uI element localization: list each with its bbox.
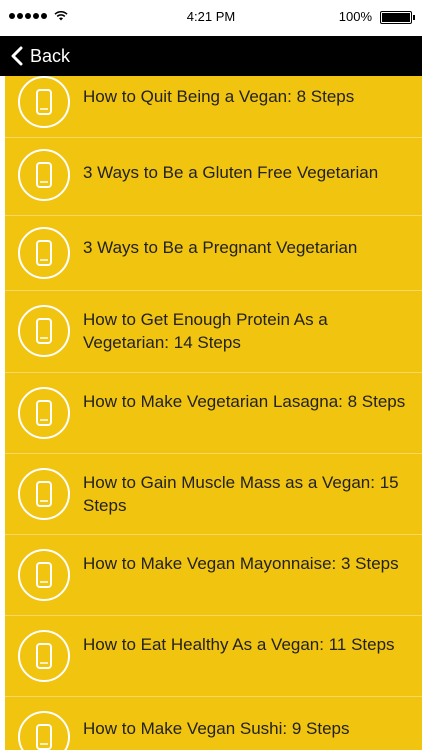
list-item[interactable]: How to Quit Being a Vegan: 8 Steps xyxy=(5,76,422,138)
list-item[interactable]: How to Make Vegan Sushi: 9 Steps xyxy=(5,697,422,750)
smartphone-icon xyxy=(18,227,70,279)
list-item[interactable]: How to Eat Healthy As a Vegan: 11 Steps xyxy=(5,616,422,697)
list-item-title: How to Eat Healthy As a Vegan: 11 Steps xyxy=(83,635,395,654)
smartphone-icon xyxy=(18,76,70,128)
back-button-label: Back xyxy=(30,45,71,66)
list-item-title: How to Get Enough Protein As a Vegetaria… xyxy=(83,310,328,352)
navigation-bar: Back xyxy=(0,36,422,76)
chevron-left-icon xyxy=(11,46,23,66)
smartphone-icon xyxy=(18,149,70,201)
list-item[interactable]: How to Make Vegetarian Lasagna: 8 Steps xyxy=(5,373,422,454)
list-item-title: 3 Ways to Be a Pregnant Vegetarian xyxy=(83,238,358,257)
list-item-title: 3 Ways to Be a Gluten Free Vegetarian xyxy=(83,163,379,182)
list-item[interactable]: How to Get Enough Protein As a Vegetaria… xyxy=(5,291,422,373)
battery-percentage: 100% xyxy=(338,9,372,24)
smartphone-icon xyxy=(18,630,70,682)
list-item[interactable]: 3 Ways to Be a Pregnant Vegetarian xyxy=(5,216,422,291)
article-list[interactable]: How to Quit Being a Vegan: 8 Steps 3 Way… xyxy=(5,76,422,750)
list-item-title: How to Make Vegan Sushi: 9 Steps xyxy=(83,719,350,738)
back-button[interactable]: Back xyxy=(10,36,70,76)
list-item[interactable]: 3 Ways to Be a Gluten Free Vegetarian xyxy=(5,138,422,216)
smartphone-icon xyxy=(18,468,70,520)
smartphone-icon xyxy=(18,711,70,750)
battery-icon xyxy=(380,11,415,24)
list-item-title: How to Make Vegan Mayonnaise: 3 Steps xyxy=(83,554,399,573)
list-item[interactable]: How to Gain Muscle Mass as a Vegan: 15 S… xyxy=(5,454,422,535)
status-bar: 4:21 PM 100% xyxy=(0,0,422,36)
list-item-title: How to Gain Muscle Mass as a Vegan: 15 S… xyxy=(83,473,399,515)
list-item-title: How to Make Vegetarian Lasagna: 8 Steps xyxy=(83,392,406,411)
smartphone-icon xyxy=(18,387,70,439)
list-item-title: How to Quit Being a Vegan: 8 Steps xyxy=(83,87,355,106)
list-item[interactable]: How to Make Vegan Mayonnaise: 3 Steps xyxy=(5,535,422,616)
smartphone-icon xyxy=(18,305,70,357)
smartphone-icon xyxy=(18,549,70,601)
